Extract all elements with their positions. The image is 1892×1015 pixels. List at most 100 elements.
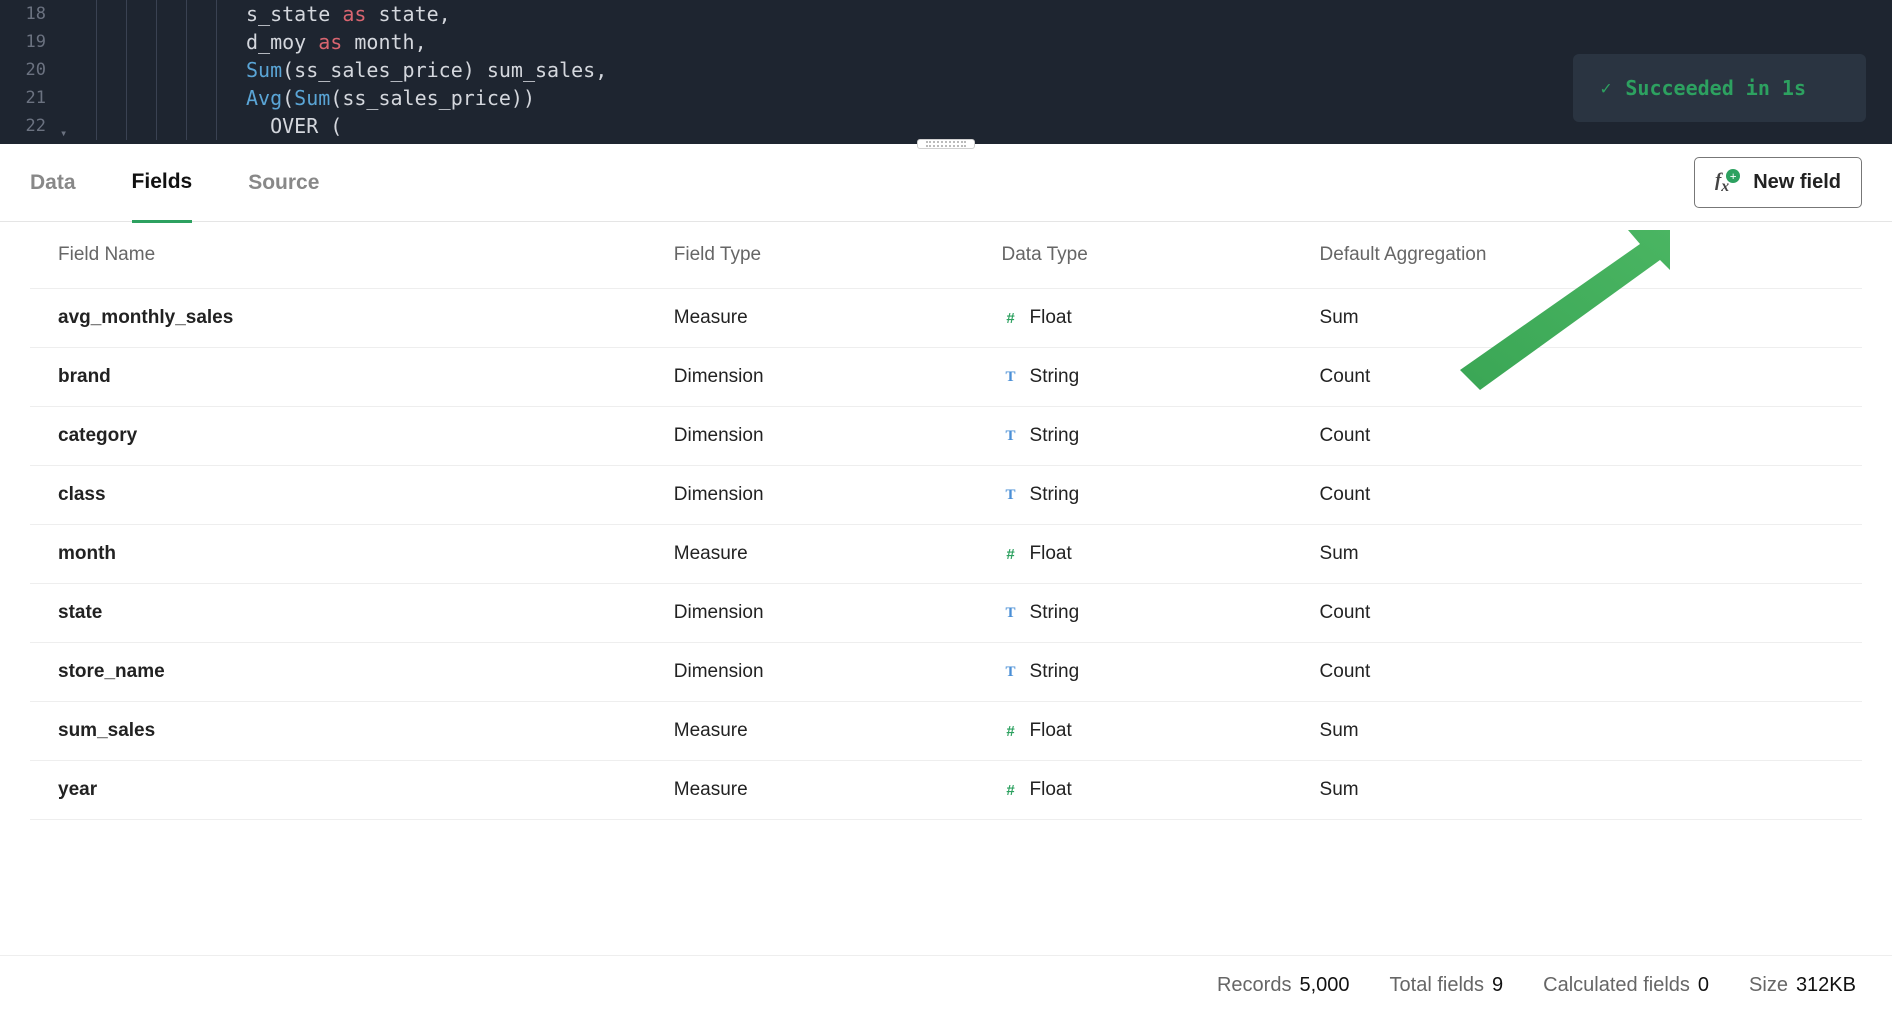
cell-field-type: Measure bbox=[674, 525, 1002, 584]
text-icon: T bbox=[1002, 368, 1020, 386]
cell-data-type: T String bbox=[1002, 466, 1320, 525]
table-row[interactable]: store_nameDimensionT String Count bbox=[30, 643, 1862, 702]
data-type-label: Float bbox=[1030, 720, 1072, 742]
calc-fields-value: 0 bbox=[1698, 974, 1709, 996]
cell-field-name: state bbox=[30, 584, 674, 643]
code-content: d_moy as month, bbox=[246, 30, 427, 54]
cell-data-type: # Float bbox=[1002, 289, 1320, 348]
fields-table: Field Name Field Type Data Type Default … bbox=[30, 222, 1862, 820]
cell-default-agg: Sum bbox=[1320, 702, 1862, 761]
cell-data-type: # Float bbox=[1002, 761, 1320, 820]
col-field-type[interactable]: Field Type bbox=[674, 222, 1002, 289]
editor-line[interactable]: 18 s_state as state, bbox=[0, 0, 1892, 28]
indent-guides bbox=[96, 28, 246, 56]
cell-data-type: TString bbox=[1002, 348, 1320, 407]
cell-field-name: store_name bbox=[30, 643, 674, 702]
table-row[interactable]: monthMeasure# Float Sum bbox=[30, 525, 1862, 584]
data-type-label: String bbox=[1030, 602, 1080, 624]
code-content: OVER ( bbox=[246, 114, 342, 138]
cell-data-type: T String bbox=[1002, 584, 1320, 643]
status-badge: ✓ Succeeded in 1s bbox=[1573, 54, 1866, 122]
text-icon: T bbox=[1002, 427, 1020, 445]
sql-editor[interactable]: 18 s_state as state, 19 d_moy as month, 20 Su… bbox=[0, 0, 1892, 144]
cell-default-agg: Count bbox=[1320, 348, 1862, 407]
col-field-name[interactable]: Field Name bbox=[30, 222, 674, 289]
cell-field-name: category bbox=[30, 407, 674, 466]
table-row[interactable]: avg_monthly_salesMeasure# Float Sum bbox=[30, 289, 1862, 348]
total-fields-value: 9 bbox=[1492, 974, 1503, 996]
line-number: 22 bbox=[0, 116, 66, 136]
data-type-label: String bbox=[1030, 425, 1080, 447]
cell-default-agg: Count bbox=[1320, 407, 1862, 466]
cell-data-type: # Float bbox=[1002, 525, 1320, 584]
line-number: 19 bbox=[0, 32, 66, 52]
data-type-label: String bbox=[1030, 484, 1080, 506]
cell-field-type: Dimension bbox=[674, 348, 1002, 407]
text-icon: T bbox=[1002, 604, 1020, 622]
new-field-button[interactable]: fx+ New field bbox=[1694, 157, 1862, 209]
cell-field-type: Measure bbox=[674, 702, 1002, 761]
col-default-agg[interactable]: Default Aggregation bbox=[1320, 222, 1862, 289]
cell-field-type: Measure bbox=[674, 761, 1002, 820]
line-number: 18 bbox=[0, 4, 66, 24]
table-row[interactable]: classDimensionTStringCount bbox=[30, 466, 1862, 525]
cell-field-type: Dimension bbox=[674, 584, 1002, 643]
cell-field-name: brand bbox=[30, 348, 674, 407]
data-type-label: Float bbox=[1030, 779, 1072, 801]
cell-field-name: year bbox=[30, 761, 674, 820]
tabs-bar: Data Fields Source fx+ New field bbox=[0, 144, 1892, 222]
cell-field-name: class bbox=[30, 466, 674, 525]
data-type-label: Float bbox=[1030, 543, 1072, 565]
cell-field-type: Dimension bbox=[674, 407, 1002, 466]
data-type-label: Float bbox=[1030, 307, 1072, 329]
cell-data-type: # Float bbox=[1002, 702, 1320, 761]
hash-icon: # bbox=[1002, 309, 1020, 327]
table-row[interactable]: brandDimensionTStringCount bbox=[30, 348, 1862, 407]
resize-handle[interactable] bbox=[917, 139, 975, 149]
text-icon: T bbox=[1002, 663, 1020, 681]
indent-guides bbox=[96, 56, 246, 84]
status-bar: Records5,000 Total fields9 Calculated fi… bbox=[0, 955, 1892, 1015]
cell-field-type: Dimension bbox=[674, 466, 1002, 525]
table-row[interactable]: sum_salesMeasure# Float Sum bbox=[30, 702, 1862, 761]
check-icon: ✓ bbox=[1601, 78, 1612, 99]
cell-field-name: sum_sales bbox=[30, 702, 674, 761]
cell-default-agg: Sum bbox=[1320, 525, 1862, 584]
tab-data[interactable]: Data bbox=[30, 145, 76, 221]
cell-default-agg: Sum bbox=[1320, 289, 1862, 348]
cell-field-type: Measure bbox=[674, 289, 1002, 348]
cell-default-agg: Count bbox=[1320, 643, 1862, 702]
hash-icon: # bbox=[1002, 545, 1020, 563]
cell-data-type: T String bbox=[1002, 407, 1320, 466]
size-label: Size bbox=[1749, 974, 1788, 996]
line-number: 20 bbox=[0, 60, 66, 80]
hash-icon: # bbox=[1002, 722, 1020, 740]
fx-icon: fx+ bbox=[1715, 170, 1743, 196]
tab-fields[interactable]: Fields bbox=[132, 144, 193, 223]
editor-line[interactable]: 19 d_moy as month, bbox=[0, 28, 1892, 56]
cell-field-name: avg_monthly_sales bbox=[30, 289, 674, 348]
fields-table-wrap: Field Name Field Type Data Type Default … bbox=[0, 222, 1892, 820]
data-type-label: String bbox=[1030, 661, 1080, 683]
table-row[interactable]: categoryDimensionT String Count bbox=[30, 407, 1862, 466]
text-icon: T bbox=[1002, 486, 1020, 504]
table-row[interactable]: stateDimensionTStringCount bbox=[30, 584, 1862, 643]
new-field-label: New field bbox=[1753, 171, 1841, 194]
cell-data-type: T String bbox=[1002, 643, 1320, 702]
cell-default-agg: Sum bbox=[1320, 761, 1862, 820]
indent-guides bbox=[96, 0, 246, 28]
col-data-type[interactable]: Data Type bbox=[1002, 222, 1320, 289]
records-value: 5,000 bbox=[1299, 974, 1349, 996]
code-content: Avg(Sum(ss_sales_price)) bbox=[246, 86, 535, 110]
cell-field-type: Dimension bbox=[674, 643, 1002, 702]
tab-source[interactable]: Source bbox=[248, 145, 319, 221]
total-fields-label: Total fields bbox=[1390, 974, 1485, 996]
code-content: s_state as state, bbox=[246, 2, 451, 26]
code-content: Sum(ss_sales_price) sum_sales, bbox=[246, 58, 607, 82]
line-number: 21 bbox=[0, 88, 66, 108]
hash-icon: # bbox=[1002, 781, 1020, 799]
indent-guides bbox=[96, 84, 246, 112]
status-text: Succeeded in 1s bbox=[1625, 76, 1806, 100]
cell-field-name: month bbox=[30, 525, 674, 584]
table-row[interactable]: yearMeasure# Float Sum bbox=[30, 761, 1862, 820]
